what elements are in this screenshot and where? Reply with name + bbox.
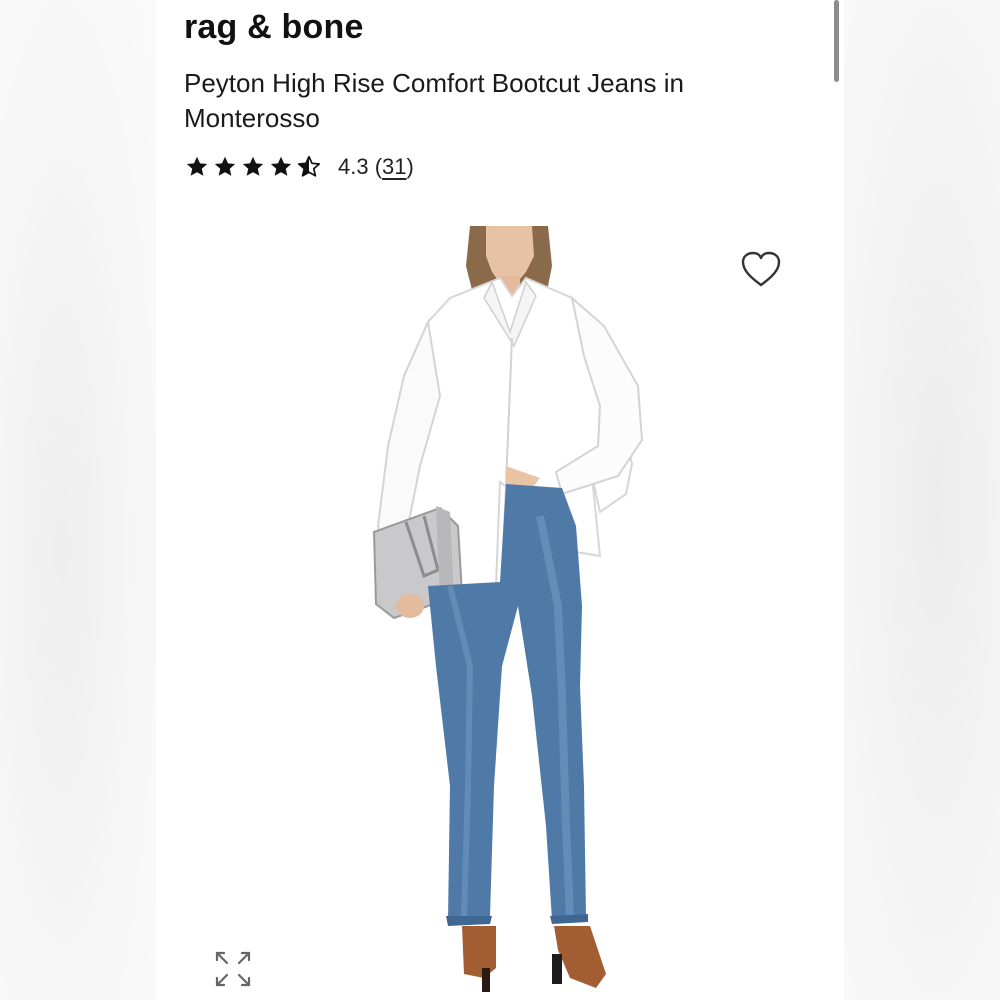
review-count-link[interactable]: 31 <box>382 154 406 179</box>
half-star-icon <box>297 155 321 177</box>
star-icon <box>242 156 264 176</box>
screenshot-stage: rag & bone Peyton High Rise Comfort Boot… <box>0 0 1000 1000</box>
brand-name[interactable]: rag & bone <box>184 8 364 47</box>
open-paren: ( <box>374 154 383 179</box>
star-icon <box>186 156 208 176</box>
rating-summary: 4.3 (31) <box>338 154 414 180</box>
rating-row[interactable]: 4.3 (31) <box>184 152 414 182</box>
close-paren: ) <box>406 154 414 179</box>
expand-arrows-icon[interactable] <box>212 948 254 990</box>
product-title: Peyton High Rise Comfort Bootcut Jeans i… <box>184 68 685 133</box>
star-icon <box>270 156 292 176</box>
rating-value: 4.3 <box>338 154 369 179</box>
favorite-heart-icon[interactable] <box>740 250 782 288</box>
star-rating <box>184 154 322 180</box>
product-photo[interactable] <box>300 226 720 1000</box>
blurred-background-right <box>844 0 1000 1000</box>
blurred-background-left <box>0 0 156 1000</box>
star-icon <box>214 156 236 176</box>
scrollbar[interactable] <box>834 0 839 82</box>
